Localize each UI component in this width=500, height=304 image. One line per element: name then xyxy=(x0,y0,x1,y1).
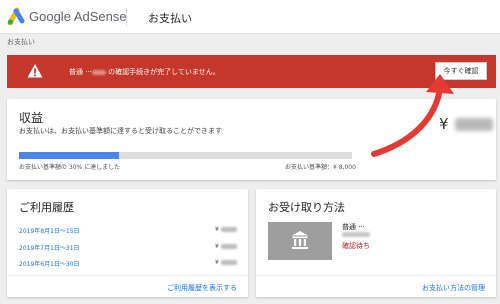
warning-icon xyxy=(27,64,43,78)
breadcrumb: お支払い xyxy=(7,38,35,46)
bank-icon xyxy=(292,231,308,249)
card-divider xyxy=(7,275,248,276)
earnings-title: 収益 xyxy=(19,111,44,125)
manage-payment-method-link[interactable]: お支払い方法の管理 xyxy=(422,283,485,293)
brand-name[interactable]: Google AdSense xyxy=(29,9,127,24)
view-history-link[interactable]: ご利用履歴を表示する xyxy=(167,283,237,293)
redacted-amount xyxy=(221,227,237,232)
bank-thumbnail xyxy=(268,222,332,260)
redacted-account xyxy=(91,69,106,75)
threshold-label: お支払い基準額：¥ 8,000 xyxy=(285,164,356,171)
history-amount-currency: ¥ xyxy=(215,243,219,250)
header-divider xyxy=(126,8,127,26)
verification-status: 確認待ち xyxy=(342,242,370,250)
payment-threshold-progress xyxy=(19,152,352,159)
alert-message: 普通 ··· の確認手続きが完了していません。 xyxy=(69,68,220,76)
annotation-arrow-icon xyxy=(371,74,454,157)
history-period-link[interactable]: 2019年8月1日〜15日 xyxy=(19,226,80,235)
history-card: ご利用履歴 2019年8月1日〜15日 ¥ 2019年7月1日〜31日 ¥ 20… xyxy=(7,189,248,297)
adsense-logo-icon[interactable] xyxy=(7,7,25,25)
page-title: お支払い xyxy=(148,12,192,25)
history-title: ご利用履歴 xyxy=(19,201,74,214)
redacted-account-detail xyxy=(342,232,370,237)
top-app-bar: Google AdSense お支払い xyxy=(0,0,500,34)
history-period-link[interactable]: 2019年7月1日〜31日 xyxy=(19,243,80,252)
payment-method-card: お受け取り方法 普通 ··· 確認待ち お支払い方法の管理 xyxy=(256,189,496,297)
bank-account-name: 普通 ··· xyxy=(342,223,365,231)
history-period-link[interactable]: 2019年6月1日〜30日 xyxy=(19,259,80,268)
redacted-amount xyxy=(221,260,237,265)
card-divider xyxy=(256,275,496,276)
history-amount-currency: ¥ xyxy=(215,259,219,266)
progress-label: お支払い基準額の 30% に達しました xyxy=(19,164,121,171)
payment-method-title: お受け取り方法 xyxy=(268,201,345,214)
progress-fill xyxy=(19,152,119,159)
redacted-earnings-amount xyxy=(455,118,493,131)
earnings-subtitle: お支払いは、お支払い基準額に達すると受け取ることができます xyxy=(19,127,222,135)
redacted-amount xyxy=(221,244,237,249)
history-amount-currency: ¥ xyxy=(215,226,219,233)
